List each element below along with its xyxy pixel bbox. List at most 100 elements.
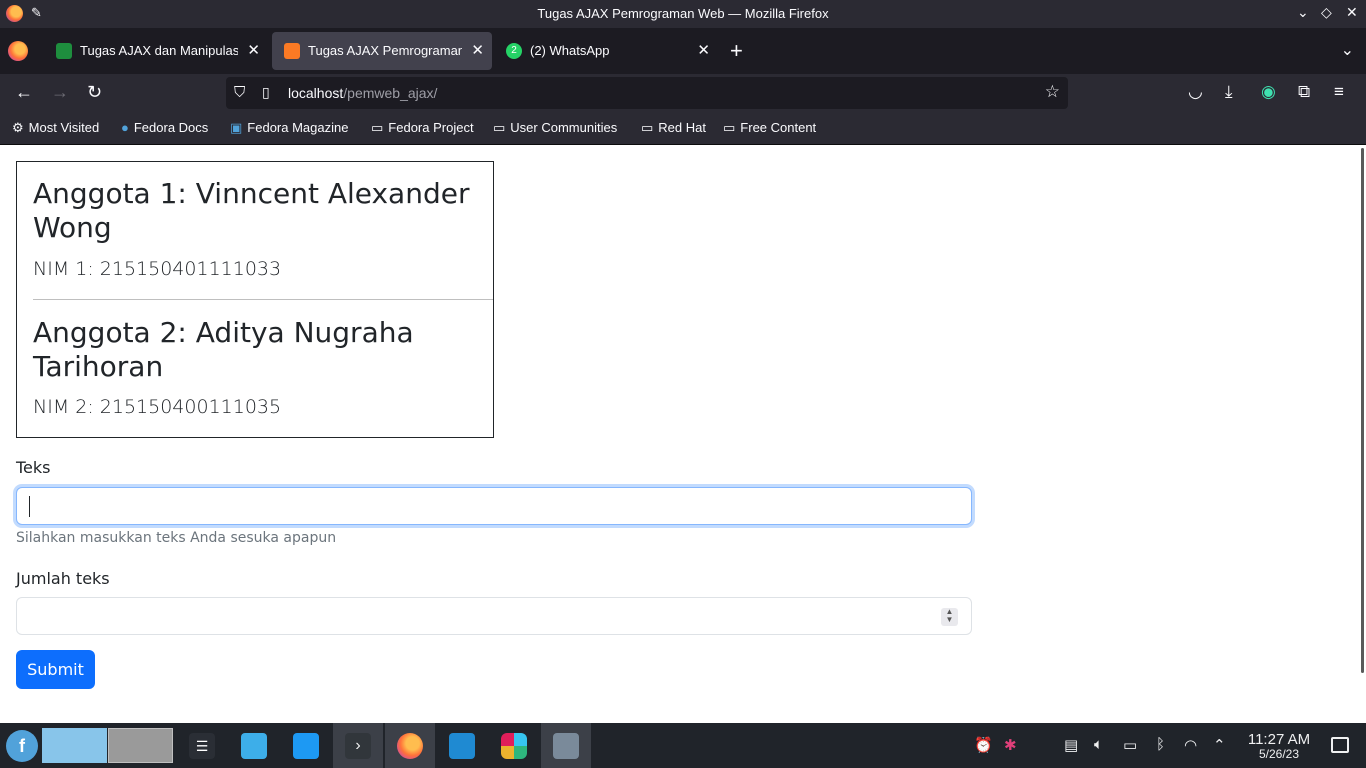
minimize-icon[interactable]: ⌄ — [1297, 4, 1309, 21]
firefox-icon — [397, 733, 423, 759]
reload-icon[interactable]: ↻ — [87, 82, 102, 102]
bookmarks-toolbar: ⚙ Most Visited ● Fedora Docs ▣ Fedora Magaz… — [0, 112, 1366, 145]
url-bar[interactable]: ⛉ ▯ localhost/pemweb_ajax/ ☆ — [226, 77, 1068, 109]
vscode-icon — [449, 733, 475, 759]
task-vscode[interactable] — [437, 723, 487, 768]
back-icon[interactable]: ← — [15, 82, 33, 102]
bookmark-star-icon[interactable]: ☆ — [1045, 82, 1060, 102]
tracking-shield-icon[interactable]: ⛉ — [234, 84, 245, 101]
close-tab-icon[interactable]: ✕ — [697, 41, 710, 59]
terminal-icon: › — [345, 733, 371, 759]
window-titlebar: ✎ Tugas AJAX Pemrograman Web — Mozilla F… — [0, 0, 1366, 28]
task-firefox[interactable] — [385, 723, 435, 768]
navigation-toolbar: ← → ↻ ⛉ ▯ localhost/pemweb_ajax/ ☆ ◡ ⤓ ◉… — [0, 74, 1366, 112]
gear-icon: ⚙ — [12, 120, 24, 135]
new-tab-icon[interactable]: + — [730, 38, 743, 64]
tab-classroom[interactable]: Tugas AJAX dan Manipulasi ✕ — [44, 32, 268, 70]
whatsapp-icon: 2 — [506, 43, 522, 59]
bookmark-fedora-magazine[interactable]: ▣ Fedora Magazine — [230, 120, 348, 136]
bookmark-fedora-project[interactable]: ▭ Fedora Project — [371, 120, 474, 136]
close-tab-icon[interactable]: ✕ — [247, 41, 260, 59]
fm-icon: ▣ — [230, 120, 243, 135]
bookmark-label: Fedora Docs — [133, 120, 209, 135]
count-number-input[interactable]: ▲ ▼ — [16, 597, 972, 635]
bookmark-label: Fedora Magazine — [247, 120, 349, 135]
task-software-store[interactable] — [229, 723, 279, 768]
clock-date: 5/26/23 — [1258, 747, 1300, 761]
folder-icon: ▭ — [723, 120, 736, 135]
firefox-view-icon[interactable] — [8, 41, 28, 61]
virtual-desktop-1[interactable] — [42, 728, 107, 763]
tab-whatsapp[interactable]: 2 (2) WhatsApp ✕ — [494, 32, 718, 70]
url-path: /pemweb_ajax/ — [343, 85, 438, 101]
bookmark-free-content[interactable]: ▭ Free Content — [723, 120, 816, 136]
bookmark-user-communities[interactable]: ▭ User Communities — [493, 120, 617, 136]
url-host: localhost — [288, 85, 344, 101]
slack-icon — [501, 733, 527, 759]
clock[interactable]: 11:27 AM 5/26/23 — [1236, 732, 1322, 761]
task-screenshot[interactable] — [541, 723, 591, 768]
downloads-icon[interactable]: ⤓ — [1225, 82, 1233, 102]
task-settings[interactable]: ☰ — [177, 723, 227, 768]
slack-tray-icon[interactable]: ✱ — [1004, 736, 1017, 754]
folder-icon: ▭ — [493, 120, 506, 135]
member-divider — [33, 299, 493, 300]
count-field-label: Jumlah teks — [16, 569, 110, 588]
tab-label: Tugas AJAX Pemrograman Web — [308, 43, 462, 58]
text-field-label: Teks — [16, 458, 51, 477]
bookmark-label: Fedora Project — [388, 120, 474, 135]
battery-icon[interactable]: ▭ — [1123, 736, 1137, 754]
expand-tray-icon[interactable]: ⌃ — [1213, 736, 1226, 754]
bookmark-red-hat[interactable]: ▭ Red Hat — [641, 120, 706, 136]
member-2-nim: NIM 2: 215150400111035 — [33, 396, 282, 418]
extensions-icon[interactable]: ⧉ — [1298, 82, 1310, 102]
bookmark-label: Most Visited — [28, 120, 100, 135]
google-classroom-icon — [56, 43, 72, 59]
text-caret — [29, 496, 30, 517]
tab-label: (2) WhatsApp — [530, 43, 610, 58]
tab-ajax-active[interactable]: Tugas AJAX Pemrograman Web ✕ — [272, 32, 492, 70]
text-input[interactable] — [16, 487, 972, 525]
member-1-name: Anggota 1: Vinncent Alexander Wong — [33, 177, 473, 245]
url-text[interactable]: localhost/pemweb_ajax/ — [288, 85, 437, 101]
screenshot-icon — [553, 733, 579, 759]
page-info-icon[interactable]: ▯ — [262, 84, 270, 101]
list-all-tabs-icon[interactable]: ⌄ — [1341, 40, 1354, 60]
store-icon — [241, 733, 267, 759]
app-menu-icon[interactable]: ≡ — [1334, 82, 1344, 102]
task-slack[interactable] — [489, 723, 539, 768]
member-1-name-line2: Wong — [33, 211, 112, 244]
member-1-name-line1: Anggota 1: Vinncent Alexander — [33, 177, 470, 210]
alarm-icon[interactable]: ⏰ — [974, 736, 993, 754]
fedora-start-icon[interactable]: f — [6, 730, 38, 762]
close-window-icon[interactable]: ✕ — [1346, 4, 1358, 21]
clipboard-icon[interactable]: ▤ — [1064, 736, 1078, 754]
task-terminal[interactable]: › — [333, 723, 383, 768]
tab-strip: Tugas AJAX dan Manipulasi ✕ Tugas AJAX P… — [0, 28, 1366, 74]
clock-time: 11:27 AM — [1247, 731, 1311, 748]
pocket-icon[interactable]: ◡ — [1188, 82, 1203, 102]
vpn-extension-icon[interactable]: ◉ — [1261, 82, 1276, 102]
bookmark-most-visited[interactable]: ⚙ Most Visited — [12, 120, 99, 136]
fedora-icon: ● — [121, 120, 129, 135]
submit-button[interactable]: Submit — [16, 650, 95, 689]
bookmark-label: Free Content — [740, 120, 817, 135]
folder-icon — [293, 733, 319, 759]
task-file-manager[interactable] — [281, 723, 331, 768]
page-content: Anggota 1: Vinncent Alexander Wong NIM 1… — [0, 145, 1366, 723]
virtual-desktop-2[interactable] — [108, 728, 173, 763]
number-spinner-icon[interactable]: ▲ ▼ — [941, 608, 958, 626]
maximize-icon[interactable]: ◇ — [1321, 4, 1332, 21]
show-desktop-icon[interactable] — [1331, 737, 1349, 753]
close-tab-icon[interactable]: ✕ — [471, 41, 484, 59]
vertical-scrollbar[interactable] — [1361, 148, 1364, 673]
volume-icon[interactable]: 🔈︎ — [1094, 736, 1103, 753]
wifi-icon[interactable]: ◠ — [1184, 736, 1197, 754]
bookmark-label: User Communities — [510, 120, 618, 135]
bookmark-fedora-docs[interactable]: ● Fedora Docs — [121, 120, 208, 135]
tab-label: Tugas AJAX dan Manipulasi — [80, 43, 238, 58]
forward-icon[interactable]: → — [51, 82, 69, 102]
sliders-icon: ☰ — [189, 733, 215, 759]
member-2-name-line1: Anggota 2: Aditya Nugraha — [33, 316, 414, 349]
bluetooth-icon[interactable]: ᛒ — [1156, 736, 1165, 753]
